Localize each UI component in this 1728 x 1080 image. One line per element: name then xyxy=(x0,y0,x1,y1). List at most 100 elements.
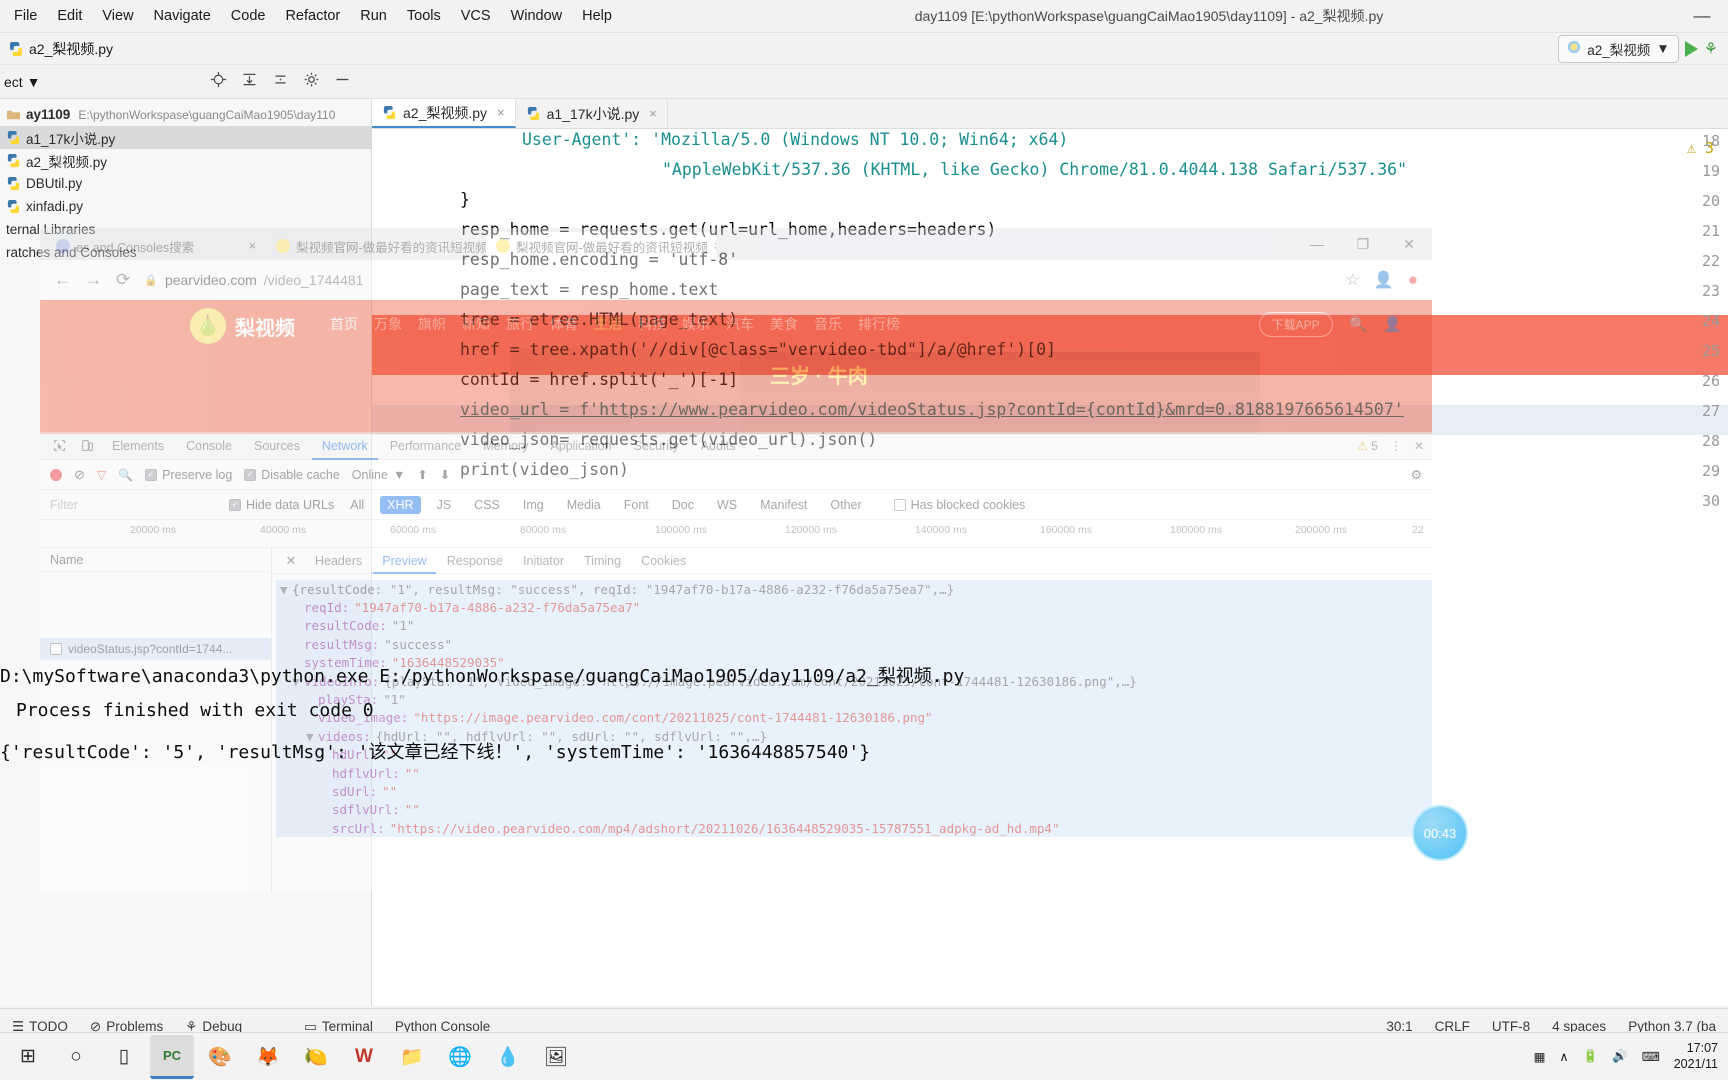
browser-menu-icon[interactable]: ● xyxy=(1408,270,1418,290)
tray-grid-icon[interactable]: ▦ xyxy=(1534,1049,1546,1064)
run-button[interactable] xyxy=(1684,40,1698,57)
editor-tab-a1[interactable]: a1_17k小说.py × xyxy=(516,99,668,128)
json-node[interactable]: ▼ {resultCode: "1", resultMsg: "success"… xyxy=(276,580,1432,599)
filter-type-other[interactable]: Other xyxy=(823,496,868,514)
back-icon[interactable]: ← xyxy=(54,270,71,290)
nav-item-food[interactable]: 美食 xyxy=(770,314,798,334)
nav-item-entertainment[interactable]: 娱乐 xyxy=(682,314,710,334)
menu-item-edit[interactable]: Edit xyxy=(47,5,92,27)
close-icon[interactable]: × xyxy=(649,106,657,121)
start-button[interactable]: ⊞ xyxy=(6,1035,50,1079)
detail-tab-headers[interactable]: Headers xyxy=(306,548,371,574)
menu-item-code[interactable]: Code xyxy=(221,5,276,27)
search-icon[interactable]: 🔍 xyxy=(1349,315,1368,333)
filter-type-manifest[interactable]: Manifest xyxy=(753,496,814,514)
devtools-tab-network[interactable]: Network xyxy=(311,432,378,460)
tree-item-a2[interactable]: a2_梨视频.py xyxy=(0,149,371,172)
filter-type-all[interactable]: All xyxy=(343,496,371,514)
nav-item-xinzhi[interactable]: 新知 xyxy=(462,314,490,334)
has-blocked-cookies-checkbox[interactable]: Has blocked cookies xyxy=(893,498,1025,512)
detail-tab-timing[interactable]: Timing xyxy=(575,548,630,574)
maximize-button[interactable]: ❐ xyxy=(1340,228,1386,260)
screen-recorder-timer-bubble[interactable]: 00:43 xyxy=(1412,805,1468,861)
nav-item-home[interactable]: 首页 xyxy=(330,314,358,334)
filter-type-font[interactable]: Font xyxy=(617,496,656,514)
forward-icon[interactable]: → xyxy=(85,270,102,290)
bookmark-star-icon[interactable]: ☆ xyxy=(1345,270,1359,290)
nav-item-travel[interactable]: 旅行 xyxy=(506,314,534,334)
devtools-tab-memory[interactable]: Memory xyxy=(473,432,538,460)
throttling-select[interactable]: Online ▼ xyxy=(352,468,406,482)
nav-item-auto[interactable]: 汽车 xyxy=(726,314,754,334)
minimize-button[interactable]: — xyxy=(1676,0,1728,33)
menu-item-view[interactable]: View xyxy=(92,5,143,27)
filter-icon[interactable]: ▽ xyxy=(97,468,106,482)
search-icon[interactable]: ○ xyxy=(54,1035,98,1079)
close-icon[interactable]: × xyxy=(714,239,716,253)
pearvideo-logo[interactable]: 🍐 梨视频 xyxy=(190,308,295,344)
menu-item-tools[interactable]: Tools xyxy=(397,5,451,27)
profile-icon[interactable]: 👤 xyxy=(1374,270,1394,290)
filter-type-css[interactable]: CSS xyxy=(467,496,507,514)
inspect-element-icon[interactable] xyxy=(46,433,72,459)
debug-button[interactable]: ⚘ xyxy=(1704,39,1718,59)
menu-item-navigate[interactable]: Navigate xyxy=(144,5,221,27)
detail-tab-response[interactable]: Response xyxy=(438,548,512,574)
close-icon[interactable]: × xyxy=(497,105,505,120)
warning-count-badge[interactable]: ⚠ 5 xyxy=(1357,439,1378,453)
filter-type-js[interactable]: JS xyxy=(430,496,459,514)
devtools-tab-audits[interactable]: Audits xyxy=(691,432,746,460)
close-detail-icon[interactable]: ✕ xyxy=(278,548,304,574)
filter-type-img[interactable]: Img xyxy=(516,496,551,514)
filter-type-doc[interactable]: Doc xyxy=(665,496,701,514)
minimize-button[interactable]: — xyxy=(1294,228,1340,260)
tree-item-xinfadi[interactable]: xinfadi.py xyxy=(0,195,371,218)
breadcrumb[interactable]: a2_梨视频.py xyxy=(29,39,113,59)
devtools-close-icon[interactable]: ✕ xyxy=(1414,439,1424,453)
tray-expand-icon[interactable]: ∧ xyxy=(1559,1049,1568,1064)
nav-item-life[interactable]: 生活 xyxy=(594,314,622,334)
device-toolbar-icon[interactable] xyxy=(74,433,100,459)
filter-type-xhr[interactable]: XHR xyxy=(380,495,421,514)
network-settings-gear-icon[interactable]: ⚙ xyxy=(1411,467,1422,482)
gear-icon[interactable] xyxy=(303,71,320,93)
import-har-icon[interactable]: ⬆ xyxy=(417,467,427,482)
task-view-icon[interactable]: ▯ xyxy=(102,1035,146,1079)
devtools-tab-performance[interactable]: Performance xyxy=(380,432,472,460)
json-node[interactable]: srcUrl: "https://video.pearvideo.com/mp4… xyxy=(276,819,1432,838)
devtools-tab-elements[interactable]: Elements xyxy=(102,432,174,460)
nav-item-tech[interactable]: 科技 xyxy=(638,314,666,334)
filter-type-media[interactable]: Media xyxy=(560,496,608,514)
taskbar-app-wps[interactable]: W xyxy=(342,1035,386,1079)
download-app-button[interactable]: 下载APP xyxy=(1258,311,1333,337)
detail-tab-preview[interactable]: Preview xyxy=(373,548,436,574)
disable-cache-checkbox[interactable]: ✓ Disable cache xyxy=(244,468,340,482)
taskbar-app-chrome[interactable]: 🌐 xyxy=(438,1035,482,1079)
browser-tab-3[interactable]: 梨视频官网-做最好看的资讯短视频 × xyxy=(486,232,716,260)
disclosure-triangle-icon[interactable]: ▼ xyxy=(280,582,292,597)
nav-item-wanxiang[interactable]: 万象 xyxy=(374,314,402,334)
browser-tab-2[interactable]: 梨视频官网-做最好看的资讯短视频 × xyxy=(266,232,486,260)
menu-item-file[interactable]: File xyxy=(4,5,47,27)
menu-item-run[interactable]: Run xyxy=(350,5,397,27)
devtools-tab-application[interactable]: Application xyxy=(540,432,621,460)
record-button[interactable] xyxy=(50,468,62,481)
search-icon[interactable]: 🔍 xyxy=(118,468,133,482)
devtools-menu-icon[interactable]: ⋮ xyxy=(1390,439,1402,453)
clear-icon[interactable]: ⊘ xyxy=(74,467,85,483)
menu-item-help[interactable]: Help xyxy=(572,5,622,27)
editor-tab-a2[interactable]: a2_梨视频.py × xyxy=(372,99,516,128)
json-node[interactable]: reqId: "1947af70-b17a-4886-a232-f76da5a7… xyxy=(276,598,1432,617)
filter-input[interactable]: Filter xyxy=(50,498,220,512)
export-har-icon[interactable]: ⬇ xyxy=(440,467,450,482)
inspection-warning-badge[interactable]: ⚠ 3 xyxy=(1687,139,1714,157)
tray-battery-icon[interactable]: 🔋 xyxy=(1583,1049,1599,1064)
close-button[interactable]: ✕ xyxy=(1386,228,1432,260)
nav-item-ranking[interactable]: 排行榜 xyxy=(858,314,900,334)
menu-item-vcs[interactable]: VCS xyxy=(451,5,501,27)
user-icon[interactable]: 👤 xyxy=(1383,315,1402,333)
devtools-tab-console[interactable]: Console xyxy=(176,432,242,460)
taskbar-app-lemon[interactable]: 🍋 xyxy=(294,1035,338,1079)
taskbar-app-firefox[interactable]: 🦊 xyxy=(246,1035,290,1079)
taskbar-app-photos[interactable]: 🖼 xyxy=(534,1035,578,1079)
